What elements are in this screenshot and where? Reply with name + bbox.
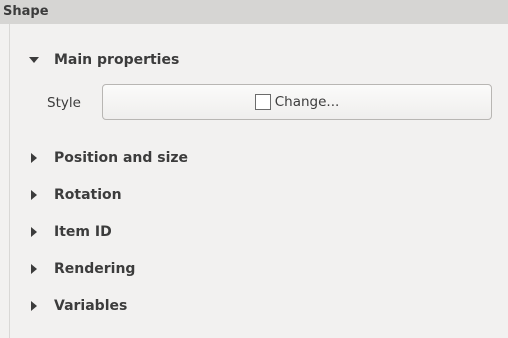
group-header-rendering[interactable]: Rendering <box>28 259 135 279</box>
group-label-rendering: Rendering <box>54 261 136 277</box>
change-style-button[interactable]: Change... <box>102 84 492 120</box>
group-header-main-properties[interactable]: Main properties <box>28 50 179 70</box>
group-header-item-id[interactable]: Item ID <box>28 222 112 242</box>
group-header-rotation[interactable]: Rotation <box>28 185 122 205</box>
group-label-position-and-size: Position and size <box>54 150 189 166</box>
group-header-position-and-size[interactable]: Position and size <box>28 148 188 168</box>
change-style-button-label: Change... <box>274 94 340 110</box>
style-swatch <box>254 94 271 110</box>
triangle-down-icon <box>28 54 40 66</box>
group-label-main-properties: Main properties <box>54 52 180 68</box>
triangle-right-icon <box>28 152 40 164</box>
style-row: Style <box>47 85 103 121</box>
panel-title: Shape <box>0 0 508 24</box>
panel-left-border <box>9 24 10 338</box>
group-header-variables[interactable]: Variables <box>28 296 127 316</box>
triangle-right-icon <box>28 263 40 275</box>
group-label-item-id: Item ID <box>54 224 112 240</box>
triangle-right-icon <box>28 189 40 201</box>
item-properties-panel: Shape Main properties Style Change... Po… <box>0 0 508 338</box>
group-label-rotation: Rotation <box>54 187 122 203</box>
triangle-right-icon <box>28 226 40 238</box>
triangle-right-icon <box>28 300 40 312</box>
group-label-variables: Variables <box>54 298 128 314</box>
style-label: Style <box>47 95 81 111</box>
